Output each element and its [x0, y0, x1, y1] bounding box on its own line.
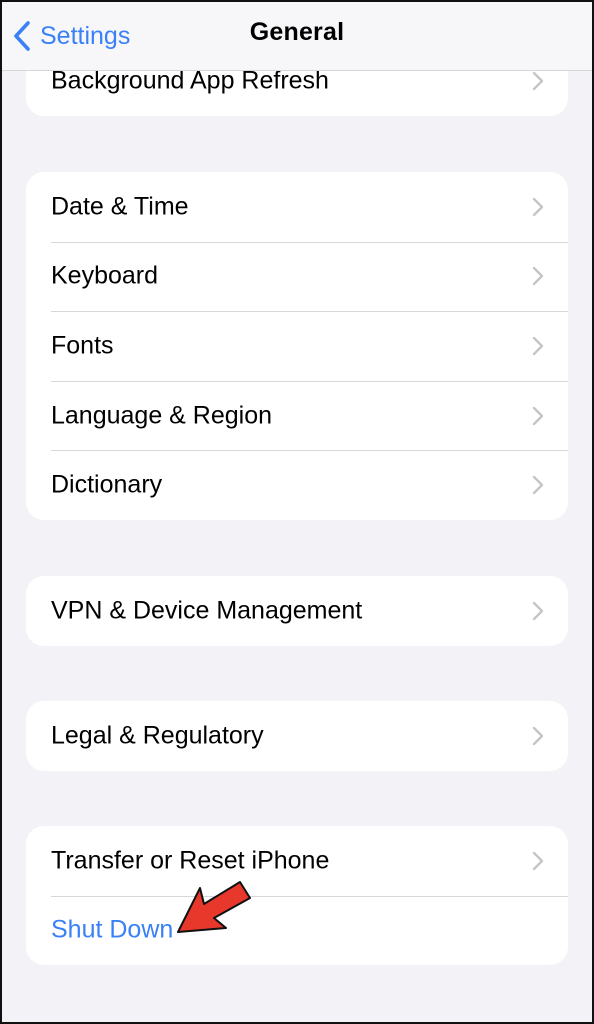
row-label: Dictionary: [51, 470, 163, 499]
row-legal-regulatory[interactable]: Legal & Regulatory: [26, 701, 568, 771]
chevron-right-icon: [532, 475, 544, 495]
chevron-right-icon: [532, 851, 544, 870]
row-transfer-reset-iphone[interactable]: Transfer or Reset iPhone: [26, 826, 568, 896]
chevron-right-icon: [532, 601, 544, 620]
chevron-right-icon: [532, 197, 544, 216]
settings-group-reset: Transfer or Reset iPhone Shut Down: [26, 826, 568, 966]
row-label: Legal & Regulatory: [51, 721, 264, 750]
settings-group-legal: Legal & Regulatory: [26, 701, 568, 771]
row-label: Date & Time: [51, 192, 189, 221]
row-label: Fonts: [51, 331, 114, 360]
chevron-right-icon: [532, 336, 544, 356]
row-keyboard[interactable]: Keyboard: [26, 241, 568, 312]
settings-group-vpn: VPN & Device Management: [26, 576, 568, 646]
row-date-time[interactable]: Date & Time: [26, 172, 568, 242]
row-label: Language & Region: [51, 401, 273, 430]
chevron-right-icon: [532, 267, 544, 286]
row-fonts[interactable]: Fonts: [26, 311, 568, 381]
navigation-bar: Settings General: [0, 0, 594, 71]
row-vpn-device-management[interactable]: VPN & Device Management: [26, 576, 568, 646]
page-title: General: [249, 18, 345, 46]
chevron-right-icon: [532, 726, 544, 745]
settings-group-locale: Date & Time Keyboard Fonts Language & Re…: [26, 172, 568, 520]
row-language-region[interactable]: Language & Region: [26, 380, 568, 451]
shut-down-label: Shut Down: [51, 915, 174, 944]
row-label: VPN & Device Management: [51, 596, 363, 625]
row-dictionary[interactable]: Dictionary: [26, 450, 568, 520]
chevron-right-icon: [532, 71, 544, 90]
row-label: Keyboard: [51, 261, 159, 290]
shut-down-button[interactable]: Shut Down: [26, 895, 568, 966]
pointer-arrow-icon: [177, 881, 251, 933]
chevron-right-icon: [532, 406, 544, 425]
row-label: Transfer or Reset iPhone: [51, 846, 330, 875]
